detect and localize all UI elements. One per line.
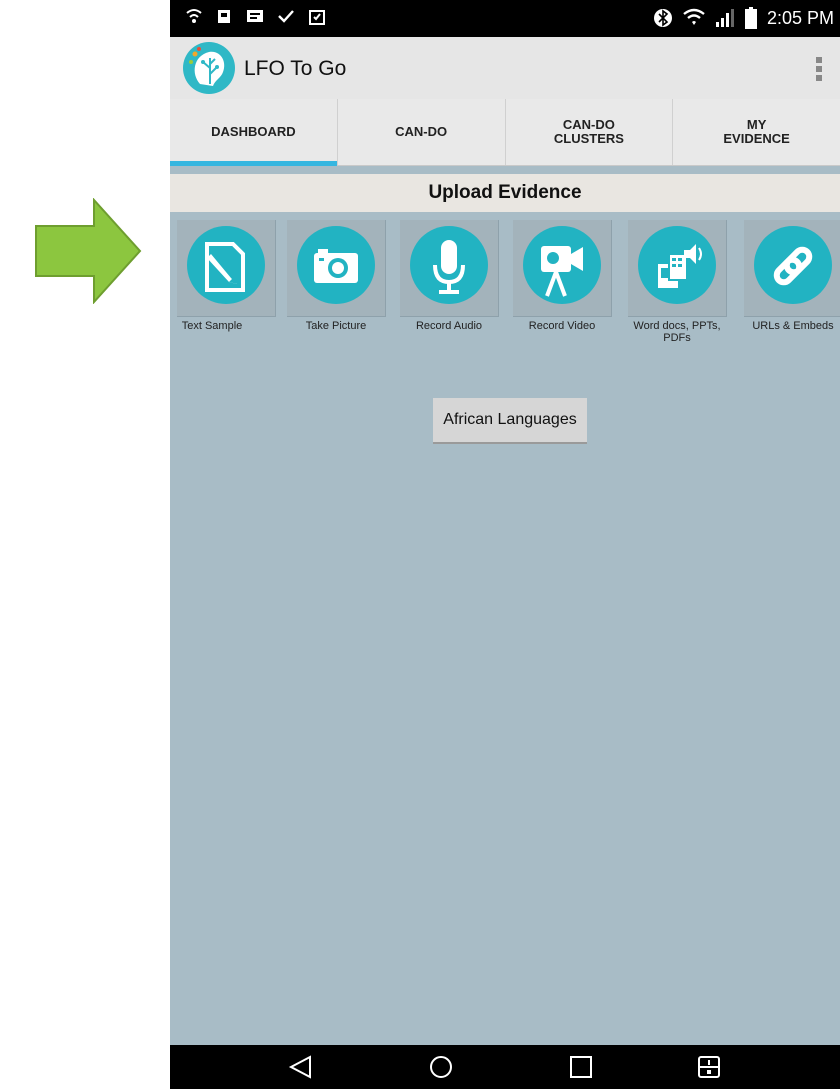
navigation-bar xyxy=(170,1045,840,1089)
overflow-menu-icon[interactable] xyxy=(814,55,824,83)
text-sample-icon xyxy=(205,242,245,292)
text-sample-button[interactable] xyxy=(177,220,276,317)
camera-icon xyxy=(314,249,358,283)
app-title: LFO To Go xyxy=(244,57,347,80)
upload-documents-button[interactable] xyxy=(628,220,727,317)
back-icon[interactable] xyxy=(288,1055,314,1079)
record-audio-label: Record Audio xyxy=(415,320,483,332)
take-picture-button[interactable] xyxy=(287,220,386,317)
text-sample-label: Text Sample xyxy=(181,320,243,332)
tab-my-evidence[interactable]: MY EVIDENCE xyxy=(673,99,840,165)
bluetooth-icon xyxy=(653,9,672,27)
signal-icon xyxy=(715,9,734,27)
documents-label: Word docs, PPTs, PDFs xyxy=(633,320,721,344)
app-bar: LFO To Go xyxy=(170,37,840,99)
documents-icon xyxy=(658,244,702,288)
upload-evidence-header: Upload Evidence xyxy=(170,174,840,212)
african-languages-button[interactable]: African Languages xyxy=(433,398,587,444)
tab-can-do-clusters[interactable]: CAN-DO CLUSTERS xyxy=(506,99,674,165)
check-icon xyxy=(278,10,294,23)
recent-apps-icon[interactable] xyxy=(568,1055,594,1079)
home-icon[interactable] xyxy=(428,1055,454,1079)
tab-bar: DASHBOARD CAN-DO CAN-DO CLUSTERS MY EVID… xyxy=(170,99,840,166)
take-picture-label: Take Picture xyxy=(305,320,367,332)
app-logo-icon[interactable] xyxy=(183,42,235,94)
wifi-signal-icon xyxy=(186,9,202,23)
battery-icon xyxy=(744,7,757,29)
record-audio-button[interactable] xyxy=(400,220,499,317)
record-video-button[interactable] xyxy=(513,220,612,317)
security-icon xyxy=(218,10,230,23)
message-icon xyxy=(247,10,263,22)
device-screen: 2:05 PM LFO To Go DASHBOARD CAN-DO CAN-D… xyxy=(170,0,840,1089)
status-bar: 2:05 PM xyxy=(170,0,840,37)
video-camera-icon xyxy=(541,246,583,297)
urls-embeds-label: URLs & Embeds xyxy=(752,320,834,332)
multi-window-icon[interactable] xyxy=(696,1055,722,1079)
tab-dashboard[interactable]: DASHBOARD xyxy=(170,99,338,166)
record-video-label: Record Video xyxy=(528,320,596,332)
status-time: 2:05 PM xyxy=(766,7,834,28)
wifi-icon xyxy=(683,8,705,25)
pointer-arrow-icon xyxy=(35,198,142,304)
link-icon xyxy=(773,246,813,286)
clipboard-icon xyxy=(309,10,325,25)
microphone-icon xyxy=(433,240,465,294)
tab-can-do[interactable]: CAN-DO xyxy=(338,99,506,165)
urls-embeds-button[interactable] xyxy=(744,220,840,317)
